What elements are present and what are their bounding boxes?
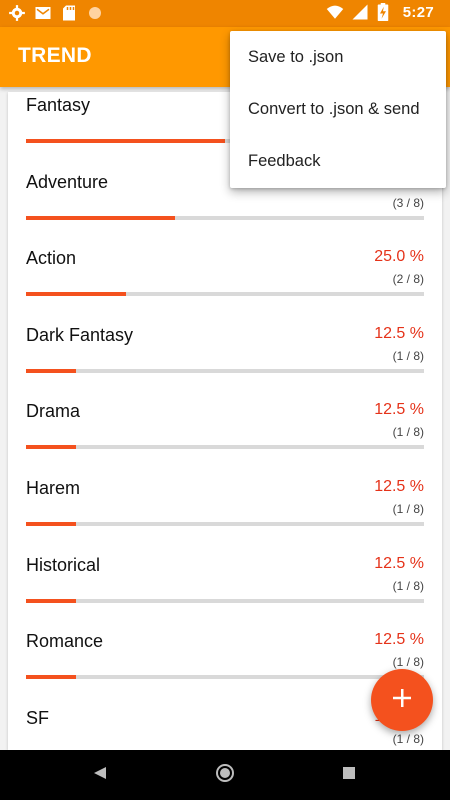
- record-icon: [86, 4, 104, 22]
- trend-count: (3 / 8): [392, 195, 424, 210]
- progress-fill: [26, 521, 76, 526]
- trend-name: SF: [26, 707, 50, 728]
- progress-track: [26, 598, 424, 603]
- trend-name: Dark Fantasy: [26, 324, 134, 345]
- progress-track: [26, 445, 424, 450]
- status-bar: 5:27: [0, 0, 450, 27]
- trend-name: Action: [26, 248, 77, 269]
- trend-count: (1 / 8): [392, 655, 424, 670]
- trend-name: Fantasy: [26, 95, 91, 115]
- trend-list[interactable]: FantasyAdventure37.5 %(3 / 8)Action25.0 …: [8, 92, 442, 750]
- list-item[interactable]: Harem 12.5 % (1 / 8): [8, 470, 442, 547]
- menu-item-convert-send[interactable]: Convert to .json & send: [230, 83, 446, 135]
- status-time: 5:27: [402, 3, 434, 21]
- app-title: TREND: [18, 44, 92, 67]
- trend-name: Harem: [26, 477, 81, 498]
- sd-card-icon: [60, 4, 78, 22]
- progress-track: [26, 521, 424, 526]
- wifi-icon: [325, 3, 344, 21]
- recents-icon: [342, 766, 356, 785]
- progress-fill: [26, 292, 126, 297]
- progress-fill: [26, 598, 76, 603]
- trend-percent: 25.0 %: [374, 248, 424, 266]
- trend-count: (1 / 8): [392, 348, 424, 363]
- list-item[interactable]: Action 25.0 % (2 / 8): [8, 240, 442, 317]
- progress-track: [26, 675, 424, 680]
- progress-fill: [26, 215, 176, 220]
- trend-count: (2 / 8): [392, 272, 424, 287]
- overflow-menu: Save to .json Convert to .json & send Fe…: [230, 31, 446, 188]
- trend-count: (1 / 8): [392, 425, 424, 440]
- trend-percent: 12.5 %: [374, 324, 424, 342]
- gear-icon: [8, 4, 26, 22]
- progress-fill: [26, 368, 76, 373]
- status-icons-left: [8, 4, 104, 22]
- status-icons-right: 5:27: [325, 3, 434, 21]
- list-item[interactable]: Historical 12.5 % (1 / 8): [8, 547, 442, 624]
- list-item[interactable]: Drama 12.5 % (1 / 8): [8, 393, 442, 470]
- trend-name: Adventure: [26, 171, 109, 192]
- progress-fill: [26, 445, 76, 450]
- progress-fill: [26, 675, 76, 680]
- menu-item-save-json[interactable]: Save to .json: [230, 31, 446, 83]
- add-button[interactable]: [371, 669, 433, 731]
- signal-icon: [351, 3, 369, 21]
- trend-name: Drama: [26, 401, 81, 422]
- progress-track: [26, 215, 424, 220]
- home-button[interactable]: [210, 760, 240, 790]
- trend-name: Romance: [26, 631, 104, 652]
- trend-percent: 12.5 %: [374, 477, 424, 495]
- trend-name: Historical: [26, 554, 101, 575]
- menu-item-feedback[interactable]: Feedback: [230, 135, 446, 187]
- add-icon: [391, 687, 413, 714]
- progress-track: [26, 368, 424, 373]
- progress-track: [26, 292, 424, 297]
- progress-fill: [26, 139, 225, 143]
- trend-count: (1 / 8): [392, 501, 424, 516]
- battery-charging-icon: [377, 3, 395, 21]
- home-icon: [215, 763, 235, 788]
- trend-percent: 12.5 %: [374, 554, 424, 572]
- trend-count: (1 / 8): [392, 731, 424, 746]
- mail-icon: [34, 4, 52, 22]
- list-item[interactable]: Dark Fantasy 12.5 % (1 / 8): [8, 317, 442, 394]
- recents-button[interactable]: [334, 760, 364, 790]
- back-button[interactable]: [85, 760, 115, 790]
- trend-percent: 12.5 %: [374, 401, 424, 419]
- trend-percent: 12.5 %: [374, 631, 424, 649]
- trend-count: (1 / 8): [392, 578, 424, 593]
- back-icon: [92, 765, 108, 786]
- trend-card: FantasyAdventure37.5 %(3 / 8)Action25.0 …: [8, 92, 442, 750]
- navigation-bar: [0, 750, 450, 800]
